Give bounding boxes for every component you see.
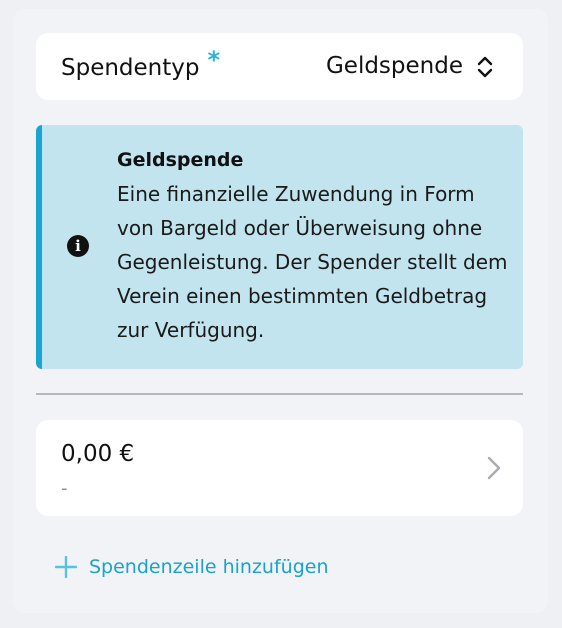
donation-type-info-box: i Geldspende Eine finanzielle Zuwendung …	[36, 125, 523, 369]
donation-line-item[interactable]: 0,00 € -	[36, 420, 523, 516]
donation-type-select[interactable]: Spendentyp * Geldspende	[36, 33, 523, 100]
info-title: Geldspende	[117, 149, 244, 171]
add-donation-line-button[interactable]: Spendenzeile hinzufügen	[55, 552, 329, 582]
donation-type-label: Spendentyp *	[61, 46, 221, 81]
donation-amount: 0,00 €	[61, 441, 135, 467]
plus-icon	[55, 556, 77, 578]
chevron-up-down-icon	[477, 56, 493, 78]
info-icon: i	[67, 235, 89, 257]
info-text: Eine finanzielle Zuwendung in Form von B…	[117, 182, 508, 342]
chevron-right-icon	[487, 456, 501, 480]
info-accent-bar	[36, 125, 42, 369]
divider	[36, 393, 523, 395]
add-donation-line-label: Spendenzeile hinzufügen	[89, 556, 329, 578]
donation-line-subtitle: -	[61, 478, 68, 499]
donation-type-value: Geldspende	[325, 53, 463, 79]
required-marker: *	[207, 46, 221, 74]
